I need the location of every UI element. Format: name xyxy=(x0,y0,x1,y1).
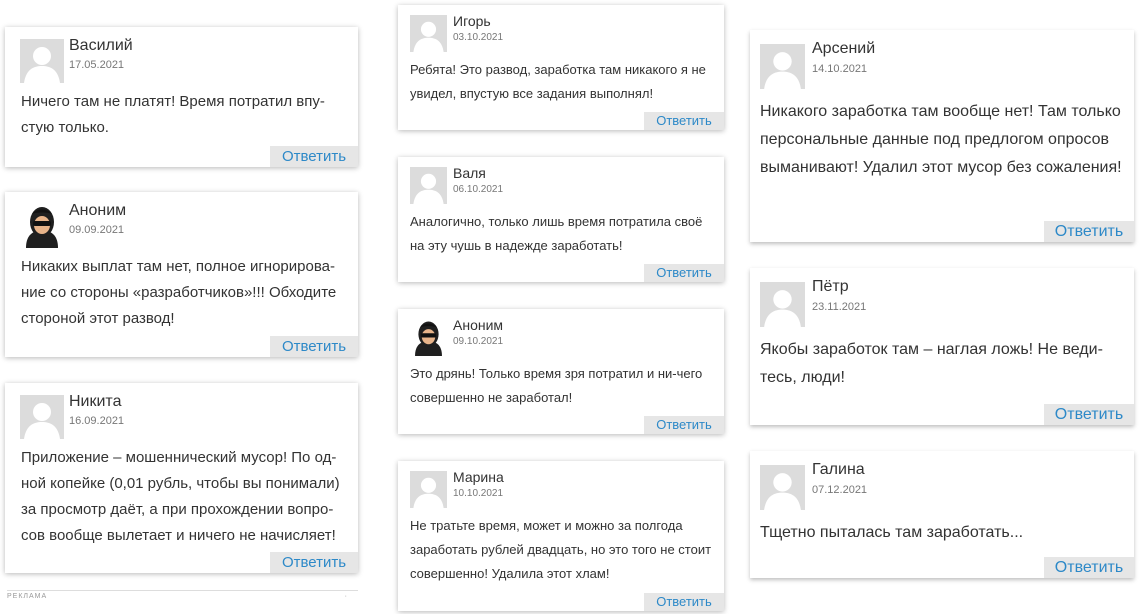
comment-text: Не тратьте время, может и можно за полго… xyxy=(410,518,712,581)
ad-menu-icon[interactable]: · xyxy=(345,591,348,603)
comment-text: Это дрянь! Только время зря потратил и н… xyxy=(410,366,703,405)
comment-date: 14.10.2021 xyxy=(812,63,868,75)
reply-button[interactable]: Ответить xyxy=(270,146,358,167)
comment-author: Игорь xyxy=(453,13,491,29)
reply-button[interactable]: Ответить xyxy=(1044,221,1134,242)
comment-card: Пётр 23.11.2021 Якобы заработок там – на… xyxy=(750,268,1134,425)
comment-text: Ребята! Это развод, заработка там никако… xyxy=(410,62,706,101)
ad-label: РЕКЛАМА · xyxy=(7,590,358,605)
comment-author: Арсений xyxy=(812,40,876,57)
comment-card: Игорь 03.10.2021 Ребята! Это развод, зар… xyxy=(398,5,724,130)
comment-author: Никита xyxy=(69,393,122,410)
comment-card: Галина 07.12.2021 Тщетно пыталась там за… xyxy=(750,451,1134,578)
comment-text: Аналогично, только лишь время потратила … xyxy=(410,214,703,253)
comment-date: 23.11.2021 xyxy=(812,301,867,313)
comment-author: Валя xyxy=(453,165,486,181)
comment-author: Марина xyxy=(453,469,504,485)
comment-card: Никита 16.09.2021 Приложение – мошенниче… xyxy=(5,383,358,573)
avatar-placeholder-icon xyxy=(410,167,447,204)
comment-date: 10.10.2021 xyxy=(453,488,504,499)
comment-author: Пётр xyxy=(812,278,849,295)
avatar-placeholder-icon xyxy=(760,44,805,89)
comment-date: 07.12.2021 xyxy=(812,484,868,496)
reply-button[interactable]: Ответить xyxy=(644,593,724,611)
avatar-placeholder-icon xyxy=(410,471,447,508)
reply-button[interactable]: Ответить xyxy=(1044,404,1134,425)
reply-button[interactable]: Ответить xyxy=(644,264,724,282)
comment-text: Никакого заработка там вообще нет! Там т… xyxy=(760,103,1122,176)
comment-text: Тщетно пыталась там заработать... xyxy=(760,524,1024,541)
comment-author: Аноним xyxy=(69,202,127,219)
comment-text: Якобы заработок там – наглая ложь! Не ве… xyxy=(760,341,1103,386)
reply-button[interactable]: Ответить xyxy=(270,552,358,573)
anonymous-avatar-icon xyxy=(410,319,447,356)
comment-date: 06.10.2021 xyxy=(453,184,504,195)
comment-card: Аноним 09.10.2021 Это дрянь! Только врем… xyxy=(398,309,724,434)
comment-date: 09.10.2021 xyxy=(453,336,504,347)
reply-button[interactable]: Ответить xyxy=(1044,557,1134,578)
reply-button[interactable]: Ответить xyxy=(644,112,724,130)
comment-card: Валя 06.10.2021 Аналогично, только лишь … xyxy=(398,157,724,282)
comment-text: Приложение – мошеннический мусор! По од-… xyxy=(21,449,340,544)
comment-date: 09.09.2021 xyxy=(69,224,125,236)
avatar-placeholder-icon xyxy=(20,395,64,439)
comment-date: 17.05.2021 xyxy=(69,59,125,71)
comment-text: Ничего там не платят! Время потратил впу… xyxy=(21,93,325,136)
comment-date: 03.10.2021 xyxy=(453,32,504,43)
comment-author: Галина xyxy=(812,461,865,478)
anonymous-avatar-icon xyxy=(20,204,64,248)
avatar-placeholder-icon xyxy=(410,15,447,52)
avatar-placeholder-icon xyxy=(20,39,64,83)
comment-author: Аноним xyxy=(453,317,504,333)
comment-card: Арсений 14.10.2021 Никакого заработка та… xyxy=(750,30,1134,242)
comment-text: Никаких выплат там нет, полное игнориров… xyxy=(21,258,337,327)
comment-author: Василий xyxy=(69,37,133,54)
comment-date: 16.09.2021 xyxy=(69,415,125,427)
comment-card: Марина 10.10.2021 Не тратьте время, може… xyxy=(398,461,724,611)
avatar-placeholder-icon xyxy=(760,282,805,327)
reply-button[interactable]: Ответить xyxy=(270,336,358,357)
comment-card: Аноним 09.09.2021 Никаких выплат там нет… xyxy=(5,192,358,357)
comment-card: Василий 17.05.2021 Ничего там не платят!… xyxy=(5,27,358,167)
reply-button[interactable]: Ответить xyxy=(644,416,724,434)
avatar-placeholder-icon xyxy=(760,465,805,510)
